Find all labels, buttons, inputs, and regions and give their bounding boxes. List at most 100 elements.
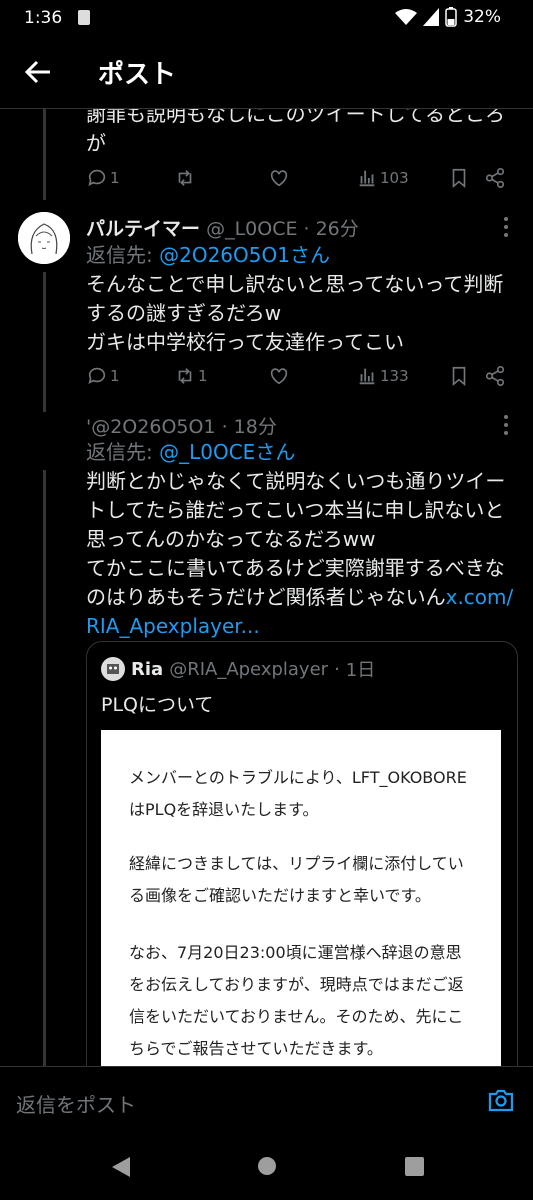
camera-icon[interactable] — [487, 1087, 515, 1113]
timestamp[interactable]: 26分 — [316, 218, 359, 240]
sd-card-icon — [78, 10, 90, 25]
post-text-line: するの謎すぎるだろw — [86, 301, 282, 325]
retweet-button[interactable] — [174, 167, 196, 189]
bookmark-icon — [452, 366, 466, 387]
share-button[interactable] — [484, 167, 506, 189]
post-actions: 1 1 133 — [86, 365, 506, 395]
post-text-line: トしてたら誰だってこいつ本当に申し訳ないと — [86, 498, 505, 522]
post-text-line: 判断とかじゃなくて説明なくいつも通りツイー — [86, 469, 506, 493]
reply-icon — [88, 367, 106, 384]
thread-line — [43, 470, 46, 1070]
post-text-fragment: のはりあもそうだけど関係者じゃないん — [86, 585, 446, 609]
retweet-icon — [178, 368, 192, 384]
anime-avatar-image — [18, 212, 70, 264]
link[interactable]: RIA_Apexplayer... — [86, 612, 513, 641]
post-header: '@2O26O5O1 · 18分 — [86, 416, 277, 438]
share-icon — [485, 168, 505, 188]
quote-display-name: Ria — [131, 658, 164, 680]
reply-input[interactable]: 返信をポスト — [16, 1089, 136, 1118]
quote-header: Ria @RIA_Apexplayer · 1日 — [101, 656, 375, 682]
timestamp[interactable]: 18分 — [234, 416, 277, 438]
reply-composer-bar: 返信をポスト — [0, 1066, 533, 1133]
status-right: x 32% — [395, 7, 501, 27]
image-text-line: 経緯につきましては、リプライ欄に添付してい — [129, 854, 464, 873]
image-text-line: をお伝えしておりますが、現時点ではまだご返 — [129, 975, 464, 994]
retweet-icon — [178, 170, 192, 186]
image-text-line: る画像をご確認いただけますと幸いです。 — [129, 886, 431, 905]
image-text-line: メンバーとのトラブルにより、LFT_OKOBORE — [129, 768, 467, 787]
post-text-line: 思ってんのかなってなるだろww — [86, 527, 376, 551]
battery-percent: 32% — [463, 7, 501, 27]
views-icon — [359, 368, 375, 385]
reply-to-handle-link[interactable]: @_L0OCEさん — [159, 440, 295, 464]
more-options-icon[interactable] — [503, 216, 509, 238]
quote-avatar[interactable] — [101, 657, 125, 681]
like-button[interactable] — [268, 167, 290, 189]
views-button[interactable]: 103 — [356, 167, 409, 189]
post-text: 判断とかじゃなくて説明なくいつも通りツイー トしてたら誰だってこいつ本当に申し訳… — [86, 467, 513, 641]
link[interactable]: x.com/ — [446, 585, 514, 609]
share-button[interactable] — [484, 365, 506, 387]
retweet-count: 1 — [198, 367, 208, 385]
reply-to-label: 返信先: — [86, 243, 153, 267]
post-header: パルテイマー @_L0OCE · 26分 — [86, 218, 359, 240]
views-count: 103 — [380, 169, 409, 187]
handle[interactable]: '@2O26O5O1 — [86, 416, 216, 438]
back-arrow-icon[interactable] — [22, 56, 54, 88]
quoted-post[interactable]: Ria @RIA_Apexplayer · 1日 PLQについて メンバーとのトラブ… — [86, 641, 518, 1083]
post-text-line: が — [86, 131, 106, 155]
reply-count: 1 — [110, 367, 120, 385]
handle[interactable]: @_L0OCE — [206, 218, 297, 240]
nav-back-icon[interactable] — [110, 1156, 132, 1178]
display-name[interactable]: パルテイマー — [86, 218, 200, 240]
reply-count: 1 — [110, 169, 120, 187]
battery-icon — [445, 7, 457, 27]
reply-to-line: 返信先: @_L0OCEさん — [86, 438, 295, 467]
reply-to-label: 返信先: — [86, 440, 153, 464]
thread-line — [43, 272, 46, 412]
reply-to-line: 返信先: @2O26O5O1さん — [86, 241, 330, 270]
svg-text:x: x — [424, 12, 429, 21]
image-text-line: 信をいただいておりません。そのため、先にこ — [129, 1007, 464, 1026]
reply-button[interactable]: 1 — [86, 167, 120, 189]
status-time: 1:36 — [24, 8, 63, 28]
bookmark-button[interactable] — [448, 167, 470, 189]
bookmark-icon — [452, 168, 466, 189]
thread-line — [43, 108, 46, 200]
views-button[interactable]: 133 — [356, 365, 409, 387]
post-text-line: ガキは中学校行って友達作ってこい — [86, 330, 404, 354]
post-actions: 1 103 — [86, 167, 506, 197]
heart-icon — [270, 368, 288, 385]
views-icon — [359, 170, 375, 187]
system-nav-bar — [0, 1132, 533, 1200]
page-title: ポスト — [98, 60, 177, 90]
heart-icon — [270, 170, 288, 187]
post-text: そんなことで申し訳ないと思ってないって判断 するの謎すぎるだろw ガキは中学校行… — [86, 270, 503, 357]
reply-button[interactable]: 1 — [86, 365, 120, 387]
quote-text: PLQについて — [101, 694, 214, 716]
bookmark-button[interactable] — [448, 365, 470, 387]
nav-recents-icon[interactable] — [405, 1157, 424, 1176]
image-text-line: はPLQを辞退いたします。 — [129, 800, 319, 819]
image-text-line: なお、7月20日23:00頃に運営様へ辞退の意思 — [129, 943, 462, 962]
image-text-line: ちらでご報告させていただきます。 — [129, 1039, 383, 1058]
signal-icon: x — [423, 8, 440, 26]
quote-handle: @RIA_Apexplayer — [169, 658, 329, 680]
reply-icon — [88, 169, 106, 186]
top-app-bar: ポスト — [0, 36, 533, 109]
post-text-line: そんなことで申し訳ないと思ってないって判断 — [86, 272, 504, 296]
status-bar: 1:36 x 32% — [0, 0, 533, 36]
more-options-icon[interactable] — [503, 414, 509, 436]
nav-home-icon[interactable] — [257, 1156, 277, 1176]
post-text-line: てかここに書いてあるけど実際謝罪するべきな — [86, 556, 505, 580]
share-icon — [485, 366, 505, 386]
views-count: 133 — [380, 367, 409, 385]
like-button[interactable] — [268, 365, 290, 387]
reply-to-handle-link[interactable]: @2O26O5O1さん — [159, 243, 330, 267]
quote-timestamp: 1日 — [345, 660, 376, 681]
avatar[interactable] — [18, 212, 70, 264]
retweet-button[interactable]: 1 — [174, 365, 208, 387]
quote-image[interactable]: メンバーとのトラブルにより、LFT_OKOBORE はPLQを辞退いたします。 … — [101, 730, 501, 1082]
post-text-line: のはりあもそうだけど関係者じゃないんx.com/ — [86, 583, 513, 612]
wifi-icon — [395, 9, 418, 25]
